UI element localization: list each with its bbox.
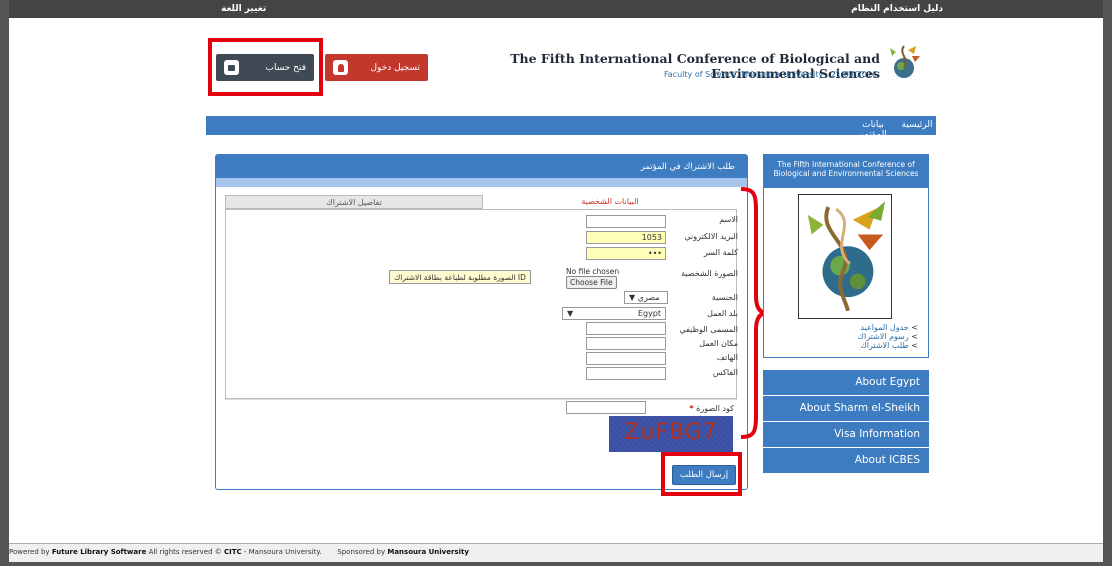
panel-header: طلب الاشتراك في المؤتمر — [216, 155, 747, 178]
user-icon — [333, 60, 348, 75]
window-frame-bottom — [0, 562, 1112, 566]
footer-university: - Mansoura University. — [243, 548, 322, 556]
email-input[interactable]: 1053 — [586, 231, 666, 244]
captcha-label: * كود الصورة — [689, 404, 734, 413]
login-button[interactable]: تسجيل دخول — [325, 54, 428, 81]
window-frame-left — [0, 0, 9, 566]
password-label: كلمة السر — [703, 248, 738, 257]
fax-input[interactable] — [586, 367, 666, 380]
nav-home[interactable]: الرئيسية — [898, 120, 936, 130]
about-sharm-button[interactable]: About Sharm el-Sheikh — [763, 396, 929, 421]
sidebar-link-schedule[interactable]: جدول المواعيد — [857, 323, 918, 332]
no-file-text: No file chosen — [566, 267, 620, 276]
highlight-box — [661, 452, 742, 496]
change-language-link[interactable]: تغيير اللغة — [221, 4, 266, 14]
nationality-label: الجنسية — [711, 293, 738, 302]
photo-label: الصورة الشخصية — [681, 269, 738, 278]
captcha-input[interactable] — [566, 401, 646, 414]
footer-company-link[interactable]: Future Library Software — [52, 548, 147, 556]
name-input[interactable] — [586, 215, 666, 228]
footer-citc-link[interactable]: CITC — [224, 548, 242, 556]
workplace-input[interactable] — [586, 337, 666, 350]
nav-conference-info[interactable]: بيانات المؤتمر — [848, 120, 898, 140]
conference-poster-image — [798, 194, 892, 319]
page-footer: Powered by Future Library Software All r… — [9, 543, 1103, 562]
tab-personal-info[interactable]: البيانات الشخصية — [483, 195, 737, 209]
about-icbes-button[interactable]: About ICBES — [763, 448, 929, 473]
registration-panel: طلب الاشتراك في المؤتمر تفاصيل الاشتراك … — [215, 154, 748, 490]
dropdown-arrow-icon: ▼ — [629, 293, 636, 302]
login-label: تسجيل دخول — [370, 62, 421, 73]
fax-label: الفاكس — [712, 368, 738, 377]
nationality-select[interactable]: ▼ مصري — [624, 291, 668, 304]
panel-subheader — [216, 178, 747, 187]
form-divider — [225, 399, 737, 400]
footer-sponsor-link[interactable]: Mansoura University — [387, 548, 469, 556]
job-title-label: المسمى الوظيفي — [679, 325, 738, 334]
visa-info-button[interactable]: Visa Information — [763, 422, 929, 447]
top-bar: تغيير اللغة دليل استخدام النظام — [9, 0, 1103, 18]
nationality-value: مصري — [637, 293, 660, 302]
name-label: الاسم — [719, 215, 738, 224]
country-label: بلد العمل — [707, 309, 738, 318]
footer-powered-by: Powered by — [9, 548, 50, 556]
job-title-input[interactable] — [586, 322, 666, 335]
dropdown-arrow-icon: ▼ — [567, 309, 574, 318]
sidebar-conference-box: The Fifth International Conference of Bi… — [763, 154, 929, 358]
sidebar-links: جدول المواعيد رسوم الاشتراك طلب الاشتراك — [857, 323, 918, 351]
phone-label: الهاتف — [716, 353, 738, 362]
country-select[interactable]: ▼ Egypt — [562, 307, 666, 320]
required-mark: * — [689, 404, 694, 413]
footer-sponsored-by: Sponsored by — [337, 548, 386, 556]
about-egypt-button[interactable]: About Egypt — [763, 370, 929, 395]
captcha-image: ZuFBG7 — [609, 416, 733, 452]
footer-rights: All rights reserved © — [148, 548, 222, 556]
choose-file-button[interactable]: Choose File — [566, 276, 617, 289]
sidebar-link-fees[interactable]: رسوم الاشتراك — [857, 332, 918, 341]
conference-logo — [890, 45, 920, 78]
window-frame-right — [1103, 0, 1112, 566]
country-value: Egypt — [637, 309, 661, 318]
highlight-box — [208, 38, 323, 96]
password-input[interactable]: ••• — [586, 247, 666, 260]
sidebar-box-title: The Fifth International Conference of Bi… — [764, 155, 928, 188]
email-label: البريد الالكتروني — [684, 232, 738, 241]
photo-file-input[interactable]: No file chosen Choose File — [566, 267, 670, 289]
main-navbar: الرئيسية بيانات المؤتمر — [206, 116, 936, 140]
phone-input[interactable] — [586, 352, 666, 365]
user-guide-link[interactable]: دليل استخدام النظام — [851, 4, 943, 14]
workplace-label: مكان العمل — [699, 339, 738, 348]
sidebar-link-registration[interactable]: طلب الاشتراك — [857, 341, 918, 350]
photo-tooltip: الصورة مطلوبة لطباعة بطاقة الاشتراك ID — [389, 270, 531, 284]
panel-title: طلب الاشتراك في المؤتمر — [640, 162, 735, 172]
form-tabs: تفاصيل الاشتراك البيانات الشخصية — [225, 195, 737, 209]
tab-subscription-details[interactable]: تفاصيل الاشتراك — [225, 195, 483, 209]
conference-subtitle: Faculty of Science, Mansoura University … — [663, 70, 877, 79]
